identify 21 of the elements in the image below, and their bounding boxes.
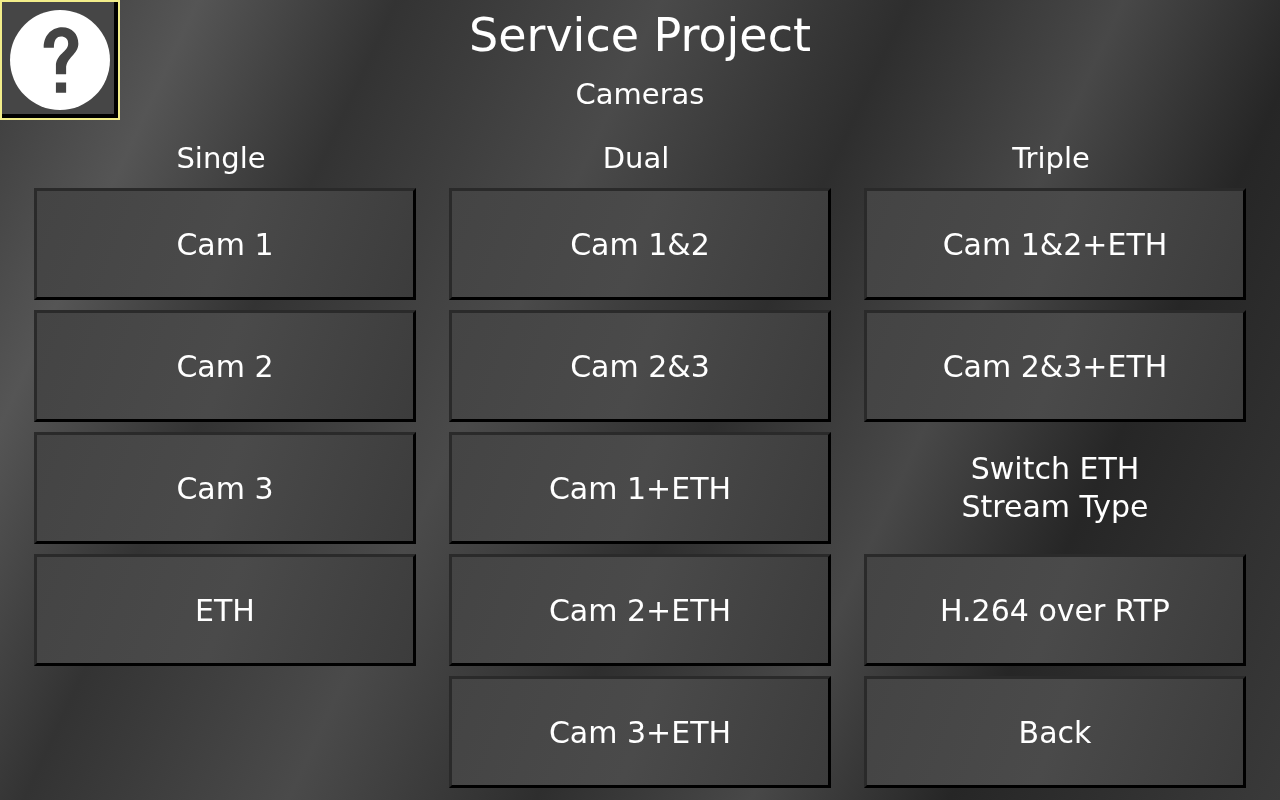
option-button[interactable]: Cam 1&2 [449, 188, 831, 300]
option-button[interactable]: Cam 3 [34, 432, 416, 544]
option-button[interactable]: ETH [34, 554, 416, 666]
help-icon [9, 9, 111, 111]
option-button[interactable]: Cam 1&2+ETH [864, 188, 1246, 300]
screen-subtitle: Cameras [575, 76, 705, 112]
option-button[interactable]: Cam 2+ETH [449, 554, 831, 666]
option-button[interactable]: Cam 2 [34, 310, 416, 422]
help-button[interactable] [0, 0, 120, 120]
option-button[interactable]: Cam 2&3+ETH [864, 310, 1246, 422]
section-label: Switch ETH Stream Type [960, 450, 1150, 526]
option-button[interactable]: H.264 over RTP [864, 554, 1246, 666]
option-button[interactable]: Cam 1+ETH [449, 432, 831, 544]
column-heading: Single [175, 140, 267, 177]
option-button[interactable]: Back [864, 676, 1246, 788]
option-button[interactable]: Cam 1 [34, 188, 416, 300]
column-heading: Triple [1011, 140, 1091, 177]
column-heading: Dual [601, 140, 671, 177]
option-button[interactable]: Cam 3+ETH [449, 676, 831, 788]
screen-title: Service Project [469, 8, 811, 62]
option-button[interactable]: Cam 2&3 [449, 310, 831, 422]
